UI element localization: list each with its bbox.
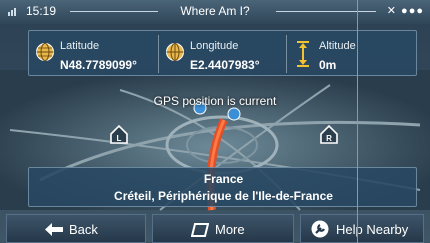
longitude-cell: Longitude E2.4407983° [159,31,285,77]
latitude-label: Latitude [60,40,100,52]
altitude-icon [297,41,309,67]
latitude-value: N48.7789099° [60,58,137,72]
status-bar: 15:19 Where Am I? ✕ ●●● [0,0,430,24]
title-line-right [276,11,376,12]
longitude-value: E2.4407983° [190,58,260,72]
gps-signal-icon: ✕ ●●● [386,5,424,17]
right-house-icon[interactable]: R [318,123,340,145]
more-label: More [215,222,245,237]
svg-text:R: R [326,134,332,143]
more-icon [191,223,209,237]
wrench-icon [311,220,329,238]
help-nearby-label: Help Nearby [336,222,409,237]
altitude-label: Altitude [319,40,356,52]
svg-text:L: L [117,134,122,143]
help-nearby-button[interactable]: Help Nearby [300,214,424,243]
altitude-cell: Altitude 0m [287,31,417,77]
left-house-icon[interactable]: L [108,123,130,145]
back-label: Back [69,222,98,237]
globe-icon [36,43,54,61]
cursor-guide-line [357,0,358,243]
arrow-left-icon [45,223,63,236]
street-text: Créteil, Périphérique de l'Ile-de-France [114,189,333,203]
latitude-cell: Latitude N48.7789099° [29,31,157,77]
longitude-label: Longitude [190,40,239,52]
address-panel: France Créteil, Périphérique de l'Ile-de… [28,167,417,207]
country-text: France [203,172,244,186]
gps-status-text: GPS position is current [153,94,277,108]
back-button[interactable]: Back [6,214,146,243]
globe-icon [166,43,184,61]
coordinates-panel: Latitude N48.7789099° Longitude E2.44079… [28,30,417,76]
more-button[interactable]: More [152,214,294,243]
altitude-value: 0m [319,58,337,72]
